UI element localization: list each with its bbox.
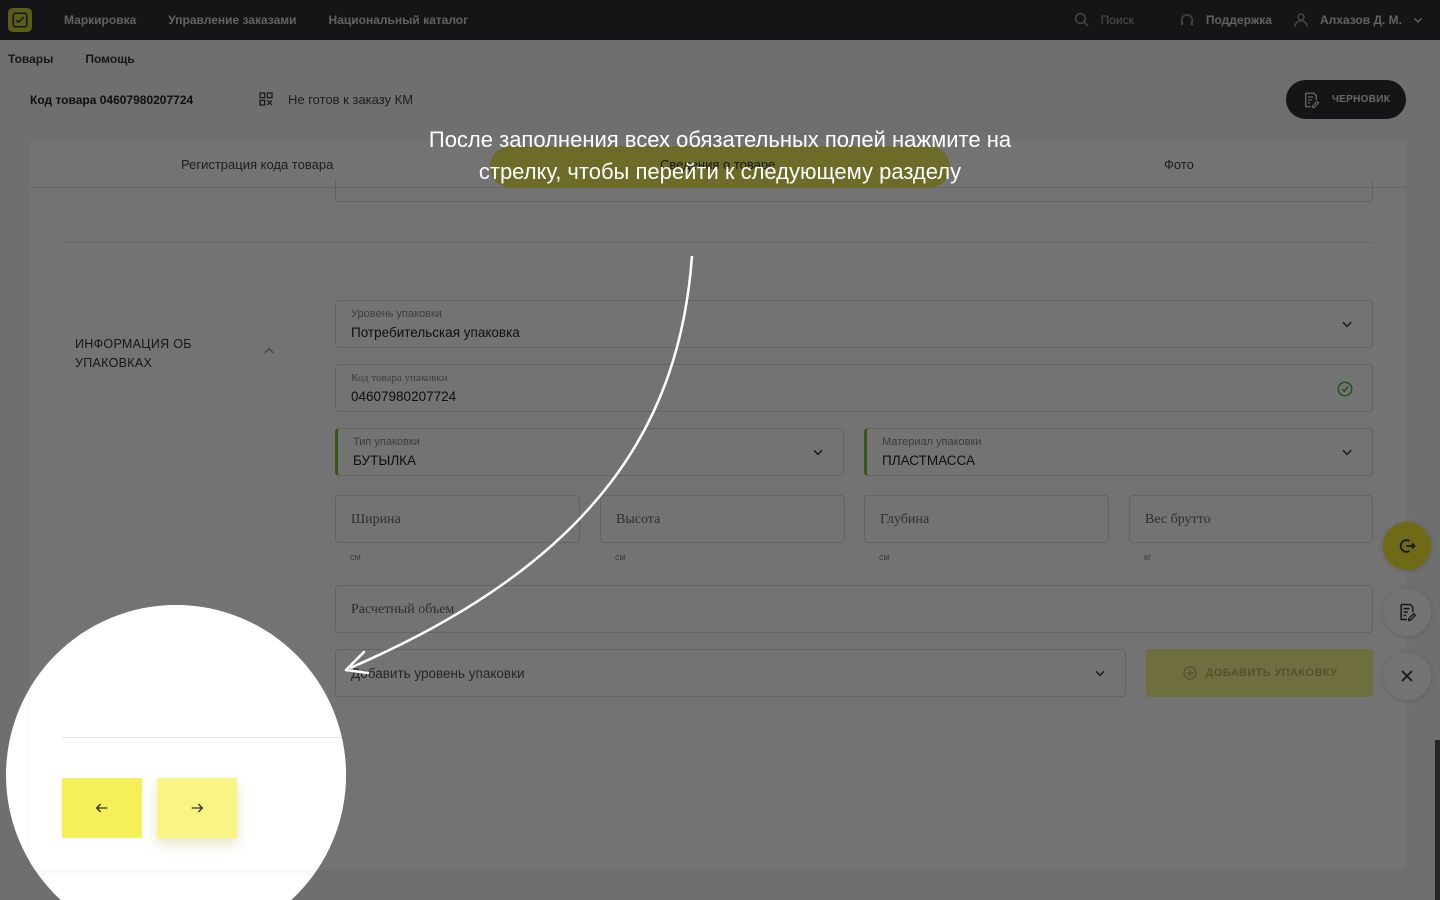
- search-label: Поиск: [1100, 13, 1134, 27]
- package-material-value: ПЛАСТМАССА: [882, 453, 975, 468]
- add-level-placeholder: Добавить уровень упаковки: [351, 666, 525, 681]
- chevron-down-icon: [1095, 670, 1105, 677]
- section-divider: [64, 242, 1372, 243]
- volume-input[interactable]: Расчетный объем: [335, 585, 1373, 633]
- scrollbar[interactable]: [1435, 740, 1440, 900]
- product-code: Код товара 04607980207724: [30, 93, 194, 107]
- package-level-value: Потребительская упаковка: [351, 325, 520, 340]
- depth-placeholder: Глубина: [880, 512, 930, 527]
- volume-placeholder: Расчетный объем: [351, 602, 455, 617]
- save-draft-fab[interactable]: [1383, 588, 1431, 636]
- package-code-input[interactable]: Код товара упаковки 04607980207724: [335, 364, 1373, 412]
- check-circle-icon: [1337, 381, 1353, 397]
- chevron-up-icon[interactable]: [262, 344, 276, 358]
- package-level-select[interactable]: Уровень упаковки Потребительская упаковк…: [335, 300, 1373, 348]
- nav-orders[interactable]: Управление заказами: [168, 13, 296, 27]
- search-icon: [1074, 12, 1089, 27]
- headset-icon: [1180, 14, 1193, 26]
- subnav-help[interactable]: Помощь: [85, 52, 134, 66]
- arrow-right-icon: [191, 803, 204, 813]
- tutorial-hint: После заполнения всех обязательных полей…: [428, 127, 1012, 184]
- package-material-select[interactable]: Материал упаковки ПЛАСТМАССА: [864, 428, 1373, 476]
- package-type-select[interactable]: Тип упаковки БУТЫЛКА: [335, 428, 844, 476]
- draft-button[interactable]: ЧЕРНОВИК: [1286, 80, 1406, 119]
- height-input[interactable]: Высота: [600, 495, 845, 543]
- user-icon: [1294, 13, 1308, 27]
- support-button[interactable]: Поддержка: [1178, 11, 1272, 29]
- arrow-left-icon: [95, 803, 108, 813]
- section-title: ИНФОРМАЦИЯ ОБ УПАКОВКАХ: [75, 337, 192, 370]
- app-logo-icon[interactable]: [8, 8, 32, 32]
- sub-nav: Товары Помощь: [8, 52, 135, 66]
- chevron-down-icon: [1342, 449, 1352, 456]
- width-input[interactable]: Ширина: [335, 495, 580, 543]
- package-type-value: БУТЫЛКА: [353, 453, 417, 468]
- package-level-label: Уровень упаковки: [351, 308, 442, 320]
- document-edit-icon: [1400, 603, 1417, 621]
- weight-placeholder: Вес брутто: [1145, 512, 1211, 527]
- exit-button[interactable]: [1383, 522, 1431, 570]
- plus-circle-icon: [1182, 666, 1197, 680]
- width-placeholder: Ширина: [351, 512, 401, 527]
- tab-photo[interactable]: Фото: [1164, 157, 1194, 172]
- km-status-label: Не готов к заказу КМ: [288, 91, 414, 107]
- height-placeholder: Высота: [616, 512, 661, 527]
- spotlight-divider: [62, 737, 346, 738]
- next-section-button[interactable]: [157, 778, 237, 838]
- chevron-down-icon: [1413, 17, 1423, 24]
- user-menu[interactable]: Алхазов Д. М.: [1292, 11, 1424, 29]
- exit-icon: [1399, 539, 1416, 553]
- package-type-label: Тип упаковки: [353, 436, 420, 448]
- support-label: Поддержка: [1205, 13, 1272, 27]
- weight-input[interactable]: Вес брутто: [1129, 495, 1373, 543]
- tab-registration[interactable]: Регистрация кода товара: [181, 157, 333, 172]
- nav-catalog[interactable]: Национальный каталог: [329, 13, 469, 27]
- top-bar: Маркировка Управление заказами Националь…: [0, 0, 1440, 40]
- package-code-value: 04607980207724: [351, 389, 457, 404]
- user-name: Алхазов Д. М.: [1319, 13, 1402, 27]
- add-package-label: ДОБАВИТЬ УПАКОВКУ: [1205, 667, 1338, 679]
- depth-unit: см: [879, 552, 890, 562]
- width-unit: см: [350, 552, 361, 562]
- nav-marking[interactable]: Маркировка: [64, 13, 136, 27]
- depth-input[interactable]: Глубина: [864, 495, 1109, 543]
- chevron-down-icon: [813, 449, 823, 456]
- search-button[interactable]: Поиск: [1073, 11, 1134, 29]
- package-material-label: Материал упаковки: [882, 436, 982, 448]
- height-unit: см: [615, 552, 626, 562]
- prev-section-button[interactable]: [62, 778, 142, 838]
- close-fab[interactable]: [1383, 652, 1431, 700]
- chevron-down-icon: [1342, 321, 1352, 328]
- tutorial-spotlight: [6, 605, 346, 900]
- draft-label: ЧЕРНОВИК: [1331, 94, 1391, 105]
- package-code-label: Код товара упаковки: [351, 372, 448, 384]
- qr-code-icon: [259, 92, 273, 106]
- km-status: Не готов к заказу КМ: [258, 91, 413, 107]
- close-icon: [1401, 670, 1413, 682]
- document-edit-icon: [1304, 92, 1320, 108]
- subnav-products[interactable]: Товары: [8, 52, 53, 66]
- add-level-select[interactable]: Добавить уровень упаковки: [335, 649, 1126, 697]
- add-package-button[interactable]: ДОБАВИТЬ УПАКОВКУ: [1146, 649, 1373, 697]
- weight-unit: кг: [1144, 552, 1152, 562]
